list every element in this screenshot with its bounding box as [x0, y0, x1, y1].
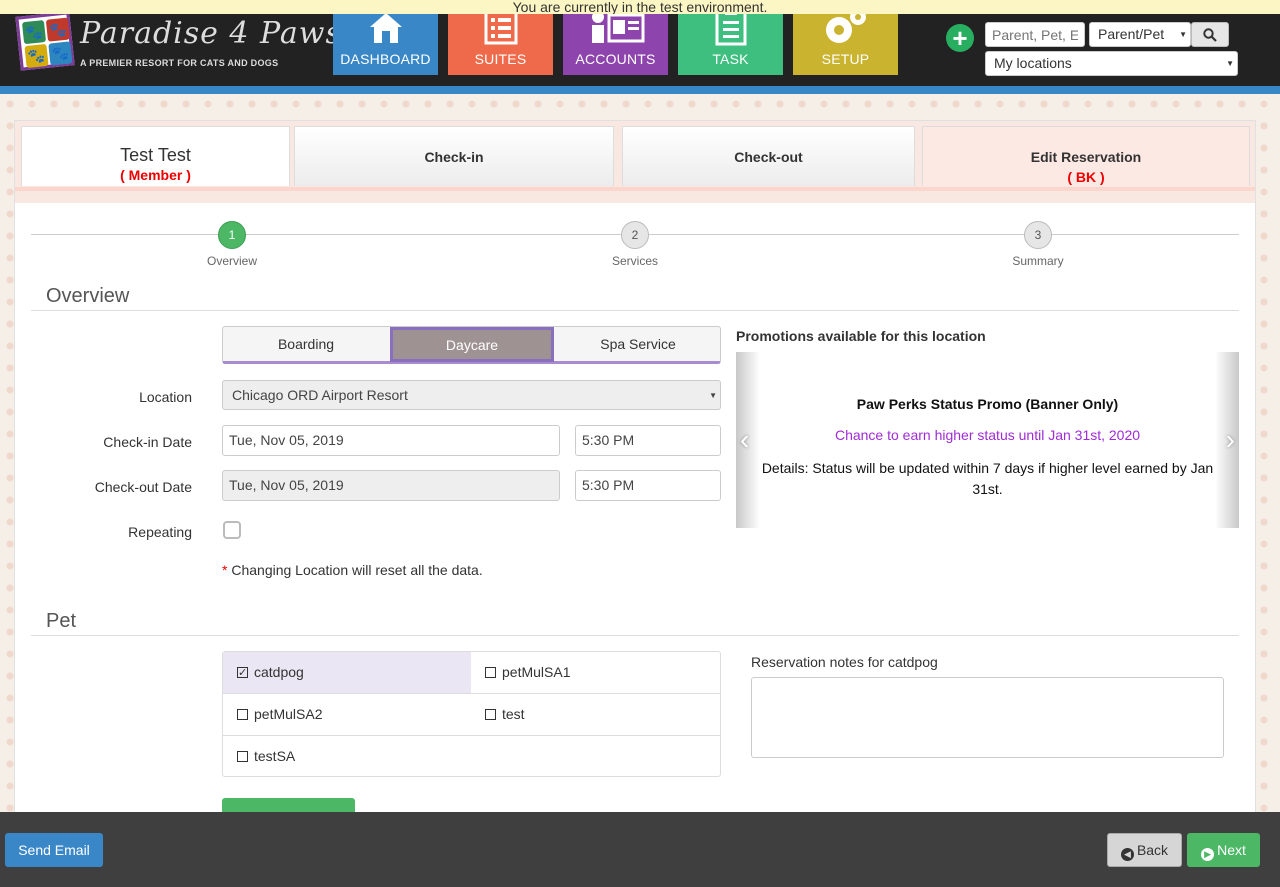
nav-task-label: TASK — [712, 51, 749, 67]
location-value: Chicago ORD Airport Resort — [232, 387, 408, 403]
reservation-panel: Test Test ( Member ) Check-in Check-out … — [14, 120, 1256, 822]
pet-option-testsa[interactable]: testSA — [223, 736, 720, 778]
pet-name: petMulSA2 — [254, 706, 323, 722]
paws-logo-icon: 🐾 🐾 🐾 🐾 — [15, 11, 75, 71]
header-accent-bar — [0, 86, 1280, 94]
tab-checkin-label: Check-in — [424, 149, 484, 165]
promo-details: Details: Status will be updated within 7… — [761, 460, 1214, 497]
checkout-date-label: Check-out Date — [94, 479, 192, 495]
pet-option-catdpog[interactable]: catdpog — [223, 652, 471, 694]
test-environment-banner: You are currently in the test environmen… — [0, 0, 1280, 14]
tab-member[interactable]: Test Test ( Member ) — [21, 126, 290, 186]
note-text: Changing Location will reset all the dat… — [231, 562, 483, 578]
caret-down-icon: ▼ — [709, 391, 717, 400]
checkin-date-label: Check-in Date — [103, 434, 192, 450]
service-spa-tab[interactable]: Spa Service — [555, 327, 721, 362]
step-number: 1 — [218, 221, 246, 249]
step-label: Overview — [206, 254, 257, 268]
step-services[interactable]: 2 Services — [575, 221, 695, 268]
locations-value: My locations — [994, 55, 1072, 71]
step-number: 3 — [1024, 221, 1052, 249]
plus-icon: + — [952, 23, 968, 53]
search-type-select[interactable]: Parent/Pet ▼ — [1089, 22, 1191, 47]
pet-name: testSA — [254, 748, 296, 764]
repeating-label: Repeating — [128, 524, 192, 540]
tab-checkout-label: Check-out — [734, 149, 803, 165]
location-label: Location — [139, 389, 192, 405]
checkbox-icon — [485, 709, 496, 720]
logo-brand: Paradise 4 Paws — [80, 16, 342, 51]
pet-title: Pet — [46, 610, 77, 632]
nav-setup-label: SETUP — [821, 51, 870, 67]
checkbox-icon — [237, 751, 248, 762]
reservation-notes-label: Reservation notes for catdpog — [751, 654, 938, 670]
reservation-notes-textarea[interactable] — [751, 677, 1224, 758]
next-button[interactable]: ▶ Next — [1187, 833, 1260, 867]
search-button[interactable] — [1191, 22, 1229, 47]
step-label: Services — [611, 254, 658, 268]
location-select[interactable]: Chicago ORD Airport Resort ▼ — [222, 380, 721, 410]
overview-title: Overview — [46, 285, 130, 307]
checkbox-checked-icon — [237, 667, 248, 679]
logo-tagline: A PREMIER RESORT FOR CATS AND DOGS — [80, 58, 279, 68]
add-new-button[interactable]: + — [946, 24, 974, 52]
pet-option-petmulsa1[interactable]: petMulSA1 — [471, 652, 720, 694]
footer-bar: Send Email ◀ Back ▶ Next — [0, 812, 1280, 887]
checkbox-icon — [485, 667, 496, 678]
checkout-date-input[interactable]: Tue, Nov 05, 2019 — [222, 470, 560, 501]
pet-name: petMulSA1 — [502, 664, 571, 680]
back-label: Back — [1136, 842, 1169, 858]
promotions-heading: Promotions available for this location — [736, 328, 986, 344]
promotions-carousel: ‹ › Paw Perks Status Promo (Banner Only)… — [736, 352, 1239, 528]
service-boarding-tab[interactable]: Boarding — [223, 327, 389, 362]
checkbox-icon — [237, 709, 248, 720]
tabs-divider — [15, 187, 1255, 191]
member-name: Test Test — [120, 145, 191, 165]
reservation-tabs: Test Test ( Member ) Check-in Check-out … — [15, 121, 1255, 203]
search-input[interactable] — [985, 22, 1085, 47]
step-label: Summary — [1012, 254, 1064, 268]
tab-edit-sub: ( BK ) — [1067, 169, 1105, 185]
arrow-left-circle-icon: ◀ — [1120, 848, 1134, 861]
checkout-time-input[interactable]: 5:30 PM — [575, 470, 721, 501]
nav-suites-label: SUITES — [474, 51, 527, 67]
checkin-date-input[interactable]: Tue, Nov 05, 2019 — [222, 425, 560, 456]
tab-checkin[interactable]: Check-in — [294, 126, 614, 186]
pet-name: test — [502, 706, 525, 722]
search-icon — [1203, 27, 1217, 42]
promo-subtitle: Chance to earn higher status until Jan 3… — [834, 427, 1141, 443]
logo[interactable]: 🐾 🐾 🐾 🐾 Paradise 4 Paws A PREMIER RESORT… — [15, 11, 341, 72]
tab-checkout[interactable]: Check-out — [622, 126, 915, 186]
tab-edit-reservation[interactable]: Edit Reservation ( BK ) — [922, 126, 1250, 186]
send-email-button[interactable]: Send Email — [5, 833, 103, 867]
required-star: * — [222, 562, 228, 578]
step-number: 2 — [621, 221, 649, 249]
checkin-time-input[interactable]: 5:30 PM — [575, 425, 721, 456]
caret-down-icon: ▼ — [1226, 59, 1234, 68]
location-reset-note: * Changing Location will reset all the d… — [222, 562, 483, 578]
back-button[interactable]: ◀ Back — [1107, 833, 1182, 867]
repeating-checkbox[interactable] — [223, 521, 241, 539]
caret-down-icon: ▼ — [1179, 30, 1187, 39]
arrow-right-circle-icon: ▶ — [1201, 848, 1215, 861]
step-summary[interactable]: 3 Summary — [978, 221, 1098, 268]
pet-option-test[interactable]: test — [471, 694, 720, 736]
overview-divider — [31, 310, 1239, 311]
next-label: Next — [1217, 842, 1246, 858]
search-type-value: Parent/Pet — [1098, 26, 1165, 42]
nav-dashboard-label: DASHBOARD — [340, 51, 431, 67]
pet-divider — [31, 635, 1239, 636]
service-daycare-tab[interactable]: Daycare — [390, 327, 554, 362]
member-status: ( Member ) — [120, 167, 191, 183]
tab-edit-label: Edit Reservation — [1030, 149, 1142, 165]
pet-name: catdpog — [254, 664, 304, 680]
pet-option-petmulsa2[interactable]: petMulSA2 — [223, 694, 471, 736]
service-type-tabs: Boarding Daycare Spa Service — [222, 326, 721, 364]
nav-accounts-label: ACCOUNTS — [575, 51, 656, 67]
promo-title: Paw Perks Status Promo (Banner Only) — [856, 396, 1119, 412]
locations-select[interactable]: My locations ▼ — [985, 51, 1238, 76]
pet-selector: catdpog petMulSA1 petMulSA2 test testSA — [222, 651, 721, 777]
step-overview[interactable]: 1 Overview — [172, 221, 292, 268]
